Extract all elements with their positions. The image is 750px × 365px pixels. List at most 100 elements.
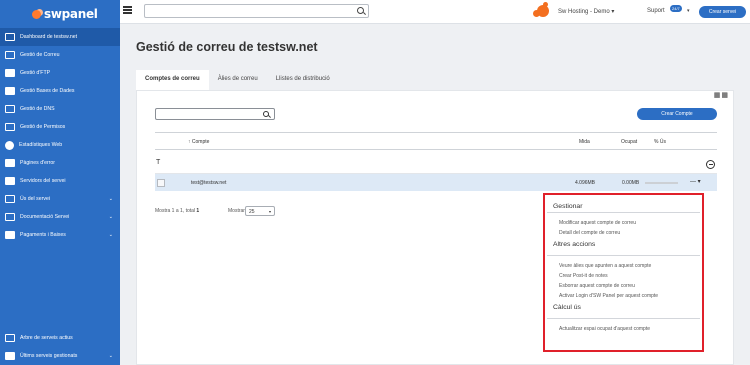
page-title: Gestió de correu de testsw.net (136, 40, 318, 54)
chevron-down-icon: ⌄ (108, 353, 113, 359)
recent-icon (5, 352, 15, 360)
account-name: Sw Hosting - Demo (558, 9, 610, 15)
sidebar-item-stats[interactable]: Estadístiques Web (0, 136, 120, 154)
account-selector[interactable]: Sw Hosting - Demo ▾ (558, 8, 614, 15)
chevron-down-icon: ▾ (268, 209, 271, 214)
export-icons[interactable]: ▦▦ (714, 91, 729, 99)
account-actions-menu: Gestionar Modificar aquest compte de cor… (543, 193, 704, 352)
menu-item-activate-login[interactable]: Activar Login d'SW Panel per aquest comp… (545, 291, 702, 301)
tab-email-accounts[interactable]: Comptes de correu (136, 70, 209, 90)
create-account-button[interactable]: Crear Compte (637, 108, 717, 120)
caret-down-icon: ▾ (697, 179, 701, 185)
search-icon[interactable] (263, 111, 269, 117)
global-search-input[interactable] (144, 4, 369, 18)
sidebar-item-recent-services[interactable]: Últims serveis gestionats ⌄ (0, 347, 120, 365)
chevron-down-icon: ⌄ (108, 232, 113, 238)
edit-icon: — (690, 179, 696, 185)
document-icon (5, 213, 15, 221)
table-row[interactable]: test@testsw.net 4.096MB 0.00MB — ▾ (155, 174, 717, 191)
page-size-value: 25 (249, 209, 255, 215)
sidebar-item-dns[interactable]: Gestió de DNS (0, 100, 120, 118)
collapse-filter-icon[interactable] (706, 160, 715, 169)
menu-item-account-detail[interactable]: Detall del compte de correu (545, 228, 702, 238)
page-size-label: Mostrar (228, 208, 245, 214)
sidebar-item-label: Gestió d'FTP (20, 70, 51, 76)
topbar: Sw Hosting - Demo ▾ Suport 24/7 ▾ Crear … (120, 0, 750, 24)
sidebar-item-label: Últims serveis gestionats (20, 353, 78, 359)
filter-letter: T (156, 159, 161, 166)
sidebar-item-label: Gestió Bases de Dades (20, 88, 75, 94)
error-page-icon (5, 159, 15, 167)
sidebar-item-label: Gestió de DNS (20, 106, 55, 112)
menu-item-update-usage[interactable]: Actualitzar espai ocupat d'aquest compte (545, 324, 702, 334)
sidebar-item-label: Arbre de serveis actius (20, 335, 73, 341)
row-account: test@testsw.net (191, 180, 227, 186)
sidebar-item-label: Ús del servei (20, 196, 50, 202)
row-size: 4.096MB (575, 180, 596, 186)
tab-distribution-lists[interactable]: Llistes de distribució (267, 70, 339, 90)
sidebar-item-databases[interactable]: Gestió Bases de Dades (0, 82, 120, 100)
sidebar-nav: Dashboard de testsw.net Gestió de Correu… (0, 28, 120, 244)
page-size-select[interactable]: 25 ▾ (245, 206, 275, 216)
paging-total: 1 (196, 208, 200, 214)
row-used: 0.00MB (622, 180, 640, 186)
sidebar-item-label: Gestió de Correu (20, 52, 60, 58)
sidebar-item-label: Dashboard de testsw.net (20, 34, 78, 40)
usage-progress-bar (645, 182, 678, 184)
permissions-icon (5, 123, 15, 131)
sidebar-item-servers[interactable]: Servidors del servei (0, 172, 120, 190)
tree-icon (5, 334, 15, 342)
menu-section-other-actions: Altres accions (553, 241, 596, 248)
database-icon (5, 87, 15, 95)
payments-icon (5, 231, 15, 239)
sidebar-bottom-nav: Arbre de serveis actius Últims serveis g… (0, 329, 120, 365)
column-used[interactable]: Ocupat (621, 139, 637, 145)
column-account-label: Compte (191, 139, 210, 145)
search-icon[interactable] (357, 7, 364, 14)
logo-mark-icon (32, 9, 41, 19)
menu-item-view-aliases[interactable]: Veure àlies que apunten a aquest compte (545, 261, 702, 271)
support-link[interactable]: Suport (647, 8, 665, 14)
sidebar-item-label: Gestió de Permisos (20, 124, 66, 130)
list-search-input[interactable] (155, 108, 275, 120)
logo[interactable]: swpanel (0, 0, 120, 28)
export-pdf-icon[interactable]: ▦ (721, 92, 729, 99)
paging-text: Mostra 1 a 1, total (155, 208, 197, 214)
usage-icon (5, 195, 15, 203)
chevron-down-icon[interactable]: ▾ (687, 8, 690, 14)
menu-section-manage: Gestionar (553, 203, 583, 210)
support-badge: 24/7 (670, 5, 682, 12)
sidebar-item-service-tree[interactable]: Arbre de serveis actius (0, 329, 120, 347)
sidebar-item-payments[interactable]: Pagaments i Baixes ⌄ (0, 226, 120, 244)
sidebar-item-mail[interactable]: Gestió de Correu (0, 46, 120, 64)
monitor-icon (5, 33, 15, 41)
hamburger-menu-icon[interactable] (123, 6, 132, 14)
column-account[interactable]: ↑ Compte (188, 139, 209, 145)
ftp-icon (5, 69, 15, 77)
sidebar-item-permissions[interactable]: Gestió de Permisos (0, 118, 120, 136)
sidebar-item-docs[interactable]: Documentació Servei ⌄ (0, 208, 120, 226)
menu-item-delete-account[interactable]: Esborrar aquest compte de correu (545, 281, 702, 291)
page-title-prefix: Gestió de correu de (136, 40, 254, 54)
row-actions-toggle[interactable]: — ▾ (690, 178, 701, 185)
table-header: ↑ Compte Mida Ocupat % Ús (155, 132, 717, 150)
tabs: Comptes de correu Àlies de correu Lliste… (136, 70, 339, 90)
sidebar-item-error-pages[interactable]: Pàgines d'error (0, 154, 120, 172)
menu-item-create-postit[interactable]: Crear Post-it de notes (545, 271, 702, 281)
chevron-down-icon: ▾ (611, 9, 615, 15)
tab-email-aliases[interactable]: Àlies de correu (209, 70, 267, 90)
pie-chart-icon (5, 140, 14, 150)
sidebar-item-ftp[interactable]: Gestió d'FTP (0, 64, 120, 82)
chevron-down-icon: ⌄ (108, 214, 113, 220)
sidebar-item-usage[interactable]: Ús del servei ⌄ (0, 190, 120, 208)
column-size[interactable]: Mida (579, 139, 590, 145)
sidebar-item-label: Estadístiques Web (19, 142, 63, 148)
filter-row: T (155, 150, 717, 174)
menu-item-edit-account[interactable]: Modificar aquest compte de correu (545, 218, 702, 228)
sidebar-item-label: Pagaments i Baixes (20, 232, 66, 238)
create-service-button[interactable]: Crear servei (699, 6, 746, 18)
sort-up-arrow-icon: ↑ (188, 139, 191, 145)
column-percent[interactable]: % Ús (654, 139, 666, 145)
sidebar-item-dashboard[interactable]: Dashboard de testsw.net (0, 28, 120, 46)
row-checkbox[interactable] (157, 179, 165, 187)
